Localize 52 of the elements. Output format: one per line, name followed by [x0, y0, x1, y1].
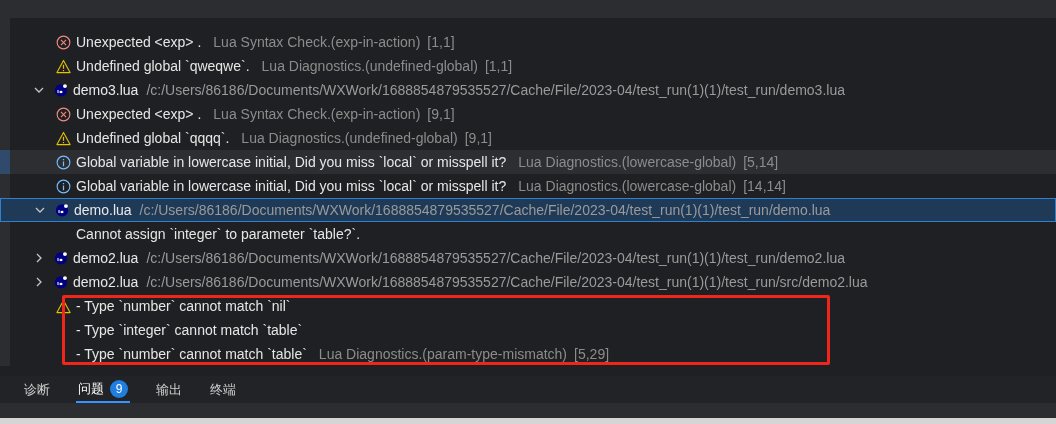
file-path: /c:/Users/86186/Documents/WXWork/1688854879535527/Cache/File/2023-04/test_run(1)(1)/test_run/demo3.lua: [146, 82, 845, 98]
problem-source: Lua Syntax Check.(exp-in-action): [213, 106, 421, 122]
file-name: demo3.lua: [73, 82, 139, 98]
problem-source: Lua Diagnostics.(lowercase-global): [518, 178, 737, 194]
panel-tab[interactable]: 诊断: [22, 376, 52, 403]
file-name: demo2.lua: [73, 250, 139, 266]
problem-location: [1,1]: [427, 34, 455, 50]
problem-message: Global variable in lowercase initial, Did you miss `local` or misspell it?: [76, 154, 507, 170]
problem-message: - Type `number` cannot match `table`: [76, 346, 307, 362]
file-row-selected[interactable]: demo.lua /c:/Users/86186/Documents/WXWork/1688854879535527/Cache/File/2023-04/test_run(1)(1)/test_run/demo.lua: [0, 198, 1056, 222]
file-path: /c:/Users/86186/Documents/WXWork/1688854879535527/Cache/File/2023-04/test_run(1)(1)/test_run/demo.lua: [139, 202, 831, 218]
problem-source: Lua Diagnostics.(param-type-mismatch): [318, 346, 568, 362]
problem-source: Lua Syntax Check.(exp-in-action): [213, 34, 421, 50]
lua-file-icon: [54, 83, 68, 97]
info-icon: [56, 178, 71, 194]
problem-source: Lua Diagnostics.(undefined-global): [261, 58, 478, 74]
problem-message: Cannot assign `integer` to parameter `table?`.: [76, 226, 361, 242]
problem-location: [14,14]: [743, 178, 786, 194]
count-badge: 9: [110, 379, 128, 398]
problem-message: Undefined global `qweqwe`.: [76, 58, 250, 74]
problem-row-highlight[interactable]: Global variable in lowercase initial, Did you miss `local` or misspell it? Lua Diagnostics.(lowercase-global) [5,14]: [0, 150, 1056, 174]
problem-location: [5,29]: [574, 346, 610, 362]
problem-source: Lua Diagnostics.(undefined-global): [241, 130, 458, 146]
problem-location: [1,1]: [484, 58, 513, 74]
panel-tab[interactable]: 输出: [154, 376, 184, 403]
warning-icon: [56, 130, 71, 146]
file-row[interactable]: demo2.lua /c:/Users/86186/Documents/WXWork/1688854879535527/Cache/File/2023-04/test_run(1)(1)/test_run/demo2.lua: [0, 246, 1056, 270]
file-name: demo.lua: [74, 202, 132, 218]
file-row[interactable]: demo3.lua /c:/Users/86186/Documents/WXWork/1688854879535527/Cache/File/2023-04/test_run(1)(1)/test_run/demo3.lua: [0, 78, 1056, 102]
file-row[interactable]: demo2.lua /c:/Users/86186/Documents/WXWork/1688854879535527/Cache/File/2023-04/test_run(1)(1)/test_run/src/demo2.lua: [0, 270, 1056, 294]
problem-location: [5,14]: [743, 154, 779, 170]
info-icon: [56, 154, 71, 170]
problem-message: Global variable in lowercase initial, Did you miss `local` or misspell it?: [76, 178, 507, 194]
problem-message: Undefined global `qqqq`.: [76, 130, 230, 146]
panel-tab[interactable]: 终端: [208, 376, 238, 403]
problem-message: - Type `integer` cannot match `table`: [76, 322, 303, 338]
problem-location: [9,1]: [464, 130, 492, 146]
file-path: /c:/Users/86186/Documents/WXWork/1688854879535527/Cache/File/2023-04/test_run(1)(1)/test_run/demo2.lua: [146, 250, 845, 266]
file-name: demo2.lua: [73, 274, 139, 290]
file-path: /c:/Users/86186/Documents/WXWork/1688854879535527/Cache/File/2023-04/test_run(1)(1)/test_run/src/demo2.lua: [146, 274, 868, 290]
lua-file-icon: [54, 251, 68, 265]
lua-file-icon: [54, 275, 68, 289]
error-icon: [56, 34, 71, 50]
warning-icon: [56, 58, 71, 74]
problem-message: - Type `number` cannot match `nil`: [76, 298, 291, 314]
problem-location: [9,1]: [427, 106, 455, 122]
problem-message: Unexpected <exp> .: [76, 106, 202, 122]
problem-message: Unexpected <exp> .: [76, 34, 202, 50]
selection-marker: [0, 150, 10, 174]
error-icon: [56, 106, 71, 122]
lua-file-icon: [55, 203, 69, 217]
problem-source: Lua Diagnostics.(lowercase-global): [518, 154, 737, 170]
